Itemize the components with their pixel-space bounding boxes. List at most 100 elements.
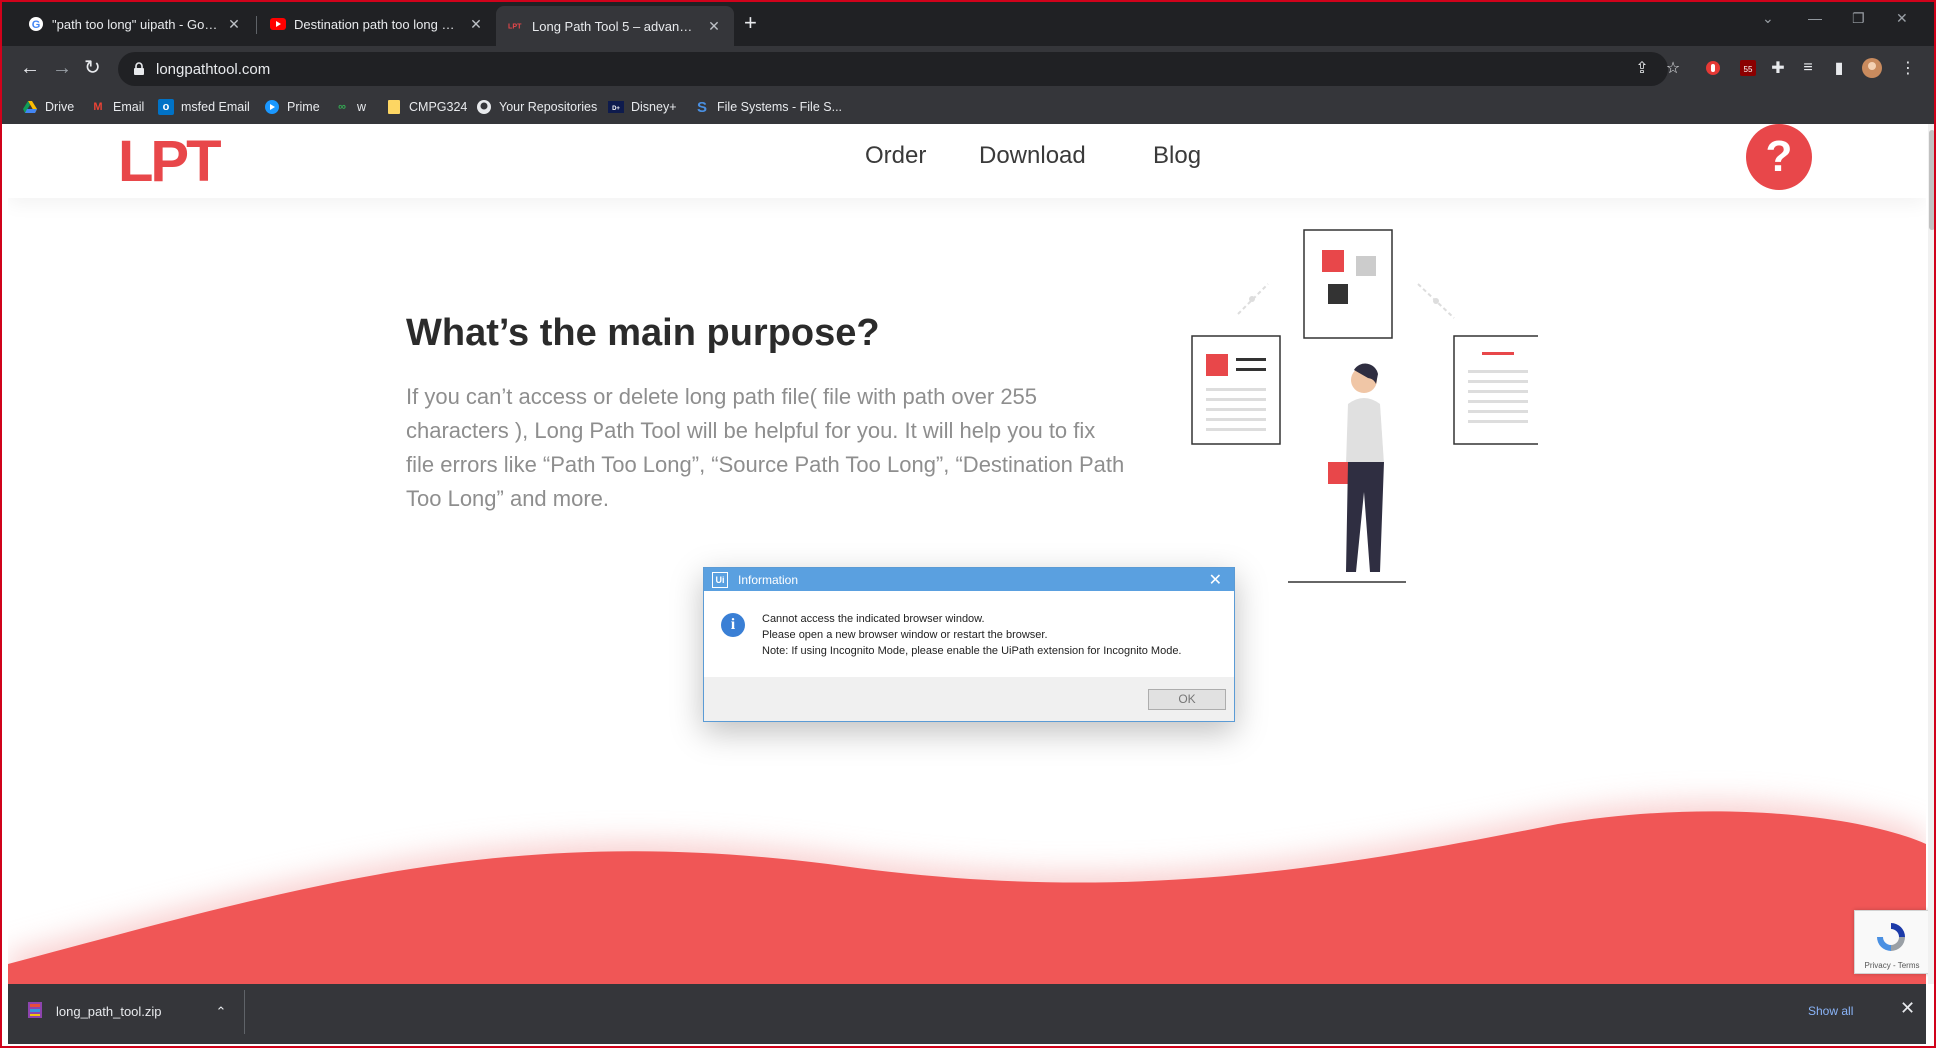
lock-icon[interactable] <box>132 62 146 76</box>
bookmarks-bar: Drive M Email o msfed Email Prime ∞ w CM… <box>0 92 1936 124</box>
lpt-icon: LPT <box>508 18 524 34</box>
bookmark-label: msfed Email <box>181 100 250 114</box>
bookmark-your-repositories[interactable]: Your Repositories <box>476 99 597 115</box>
close-icon[interactable]: ✕ <box>226 16 242 33</box>
github-icon <box>476 99 492 115</box>
url-text: longpathtool.com <box>156 60 271 78</box>
scrollbar-thumb[interactable] <box>1929 130 1935 230</box>
folder-icon <box>386 99 402 115</box>
bookmark-label: Prime <box>287 100 320 114</box>
uipath-icon: Ui <box>712 571 728 588</box>
dialog-message-line: Note: If using Incognito Mode, please en… <box>762 645 1182 657</box>
tab-title: Destination path too long error w <box>294 16 460 32</box>
bookmark-label: Email <box>113 100 145 114</box>
tab-long-path-tool[interactable]: LPT Long Path Tool 5 – advanced lon ✕ <box>496 6 734 46</box>
svg-text:LPT: LPT <box>508 23 522 31</box>
nav-order[interactable]: Order <box>865 142 926 170</box>
youtube-icon <box>270 16 286 32</box>
reading-list-icon[interactable]: ≡ <box>1798 58 1818 78</box>
red-wave-footer <box>8 801 1926 984</box>
bookmark-w[interactable]: ∞ w <box>334 99 366 115</box>
tab-youtube[interactable]: Destination path too long error w ✕ <box>258 8 496 40</box>
new-tab-button[interactable]: + <box>744 11 757 35</box>
infinity-icon: ∞ <box>338 101 346 113</box>
minimize-button[interactable]: — <box>1808 10 1822 26</box>
side-panel-icon[interactable]: ▮ <box>1829 58 1849 78</box>
close-icon[interactable]: ✕ <box>706 18 722 35</box>
download-item[interactable]: long_path_tool.zip ⌃ <box>28 1002 226 1021</box>
bookmark-email[interactable]: M Email <box>90 99 144 115</box>
nav-download[interactable]: Download <box>979 142 1086 170</box>
site-header: LPT Order Download Blog <box>8 124 1926 198</box>
reload-button[interactable]: ↻ <box>84 58 101 78</box>
extensions-puzzle-icon[interactable]: ✚ <box>1768 58 1788 78</box>
information-dialog: Ui Information ✕ i Cannot access the ind… <box>703 567 1235 722</box>
address-bar[interactable]: longpathtool.com <box>118 52 1668 86</box>
outlook-icon: o <box>158 99 174 115</box>
recaptcha-footer[interactable]: Privacy - Terms <box>1855 961 1929 970</box>
tab-divider <box>256 16 257 34</box>
dialog-message-line: Please open a new browser window or rest… <box>762 629 1048 641</box>
page-scrollbar[interactable] <box>1928 124 1936 984</box>
bookmark-star-icon[interactable]: ☆ <box>1663 58 1683 78</box>
prime-video-icon <box>264 99 280 115</box>
dialog-close-button[interactable]: ✕ <box>1209 570 1222 590</box>
s-logo-icon: S <box>696 98 707 116</box>
extension-red-icon[interactable] <box>1703 58 1723 78</box>
web-page: LPT Order Download Blog ? What’s the mai… <box>8 124 1926 984</box>
bookmark-label: Disney+ <box>631 100 677 114</box>
google-icon: G <box>28 16 44 32</box>
illustration <box>1191 229 1538 583</box>
profile-avatar[interactable] <box>1862 58 1882 78</box>
extension-ublock-icon[interactable]: 55 <box>1738 58 1758 78</box>
window-close-button[interactable]: ✕ <box>1896 10 1908 27</box>
download-divider <box>244 990 245 1034</box>
bookmark-disney-plus[interactable]: D+ Disney+ <box>608 99 677 115</box>
menu-kebab-icon[interactable]: ⋮ <box>1898 58 1918 78</box>
bookmark-label: Drive <box>45 100 75 114</box>
close-icon[interactable]: ✕ <box>468 16 484 33</box>
nav-blog[interactable]: Blog <box>1153 142 1201 170</box>
bookmark-label: w <box>357 100 367 114</box>
recaptcha-icon <box>1877 923 1905 951</box>
info-icon: i <box>721 613 745 637</box>
svg-text:D+: D+ <box>612 106 620 112</box>
zip-file-icon <box>28 1002 42 1021</box>
tab-title: "path too long" uipath - Google <box>52 16 218 32</box>
bookmark-cmpg324[interactable]: CMPG324 <box>386 99 467 115</box>
tab-google-search[interactable]: G "path too long" uipath - Google ✕ <box>16 8 254 40</box>
dialog-message-line: Cannot access the indicated browser wind… <box>762 613 985 625</box>
dialog-message: Cannot access the indicated browser wind… <box>762 611 1182 659</box>
share-icon[interactable]: ⇪ <box>1632 58 1652 78</box>
tab-strip: G "path too long" uipath - Google ✕ Dest… <box>0 0 1936 46</box>
close-download-bar-button[interactable]: ✕ <box>1900 998 1915 1019</box>
svg-text:G: G <box>32 19 41 31</box>
svg-text:55: 55 <box>1744 65 1753 74</box>
bookmark-label: Your Repositories <box>499 100 598 114</box>
disney-plus-icon: D+ <box>608 99 624 115</box>
tab-title: Long Path Tool 5 – advanced lon <box>532 18 698 34</box>
download-filename: long_path_tool.zip <box>56 1004 162 1019</box>
gmail-icon: M <box>93 101 103 113</box>
bookmark-label: CMPG324 <box>409 100 468 114</box>
help-button[interactable]: ? <box>1746 124 1812 190</box>
dialog-title: Information <box>738 572 799 587</box>
google-drive-icon <box>22 99 38 115</box>
restore-button[interactable]: ❐ <box>1852 10 1865 27</box>
dialog-body: i Cannot access the indicated browser wi… <box>704 591 1234 677</box>
bookmark-label: File Systems - File S... <box>717 100 843 114</box>
back-button[interactable]: ← <box>20 58 40 78</box>
bookmark-msfed-email[interactable]: o msfed Email <box>158 99 250 115</box>
bookmark-file-systems[interactable]: S File Systems - File S... <box>694 98 843 116</box>
ok-button[interactable]: OK <box>1148 689 1226 710</box>
dialog-titlebar[interactable]: Ui Information ✕ <box>704 568 1234 591</box>
recaptcha-badge[interactable]: Privacy - Terms <box>1854 910 1930 974</box>
download-bar: long_path_tool.zip ⌃ Show all ✕ <box>8 984 1926 1044</box>
chevron-up-icon[interactable]: ⌃ <box>216 1004 227 1020</box>
tab-search-icon[interactable]: ⌄ <box>1762 10 1774 27</box>
show-all-button[interactable]: Show all <box>1808 1004 1853 1018</box>
site-logo[interactable]: LPT <box>118 128 222 195</box>
forward-button[interactable]: → <box>52 58 72 78</box>
bookmark-drive[interactable]: Drive <box>22 99 74 115</box>
bookmark-prime[interactable]: Prime <box>264 99 320 115</box>
